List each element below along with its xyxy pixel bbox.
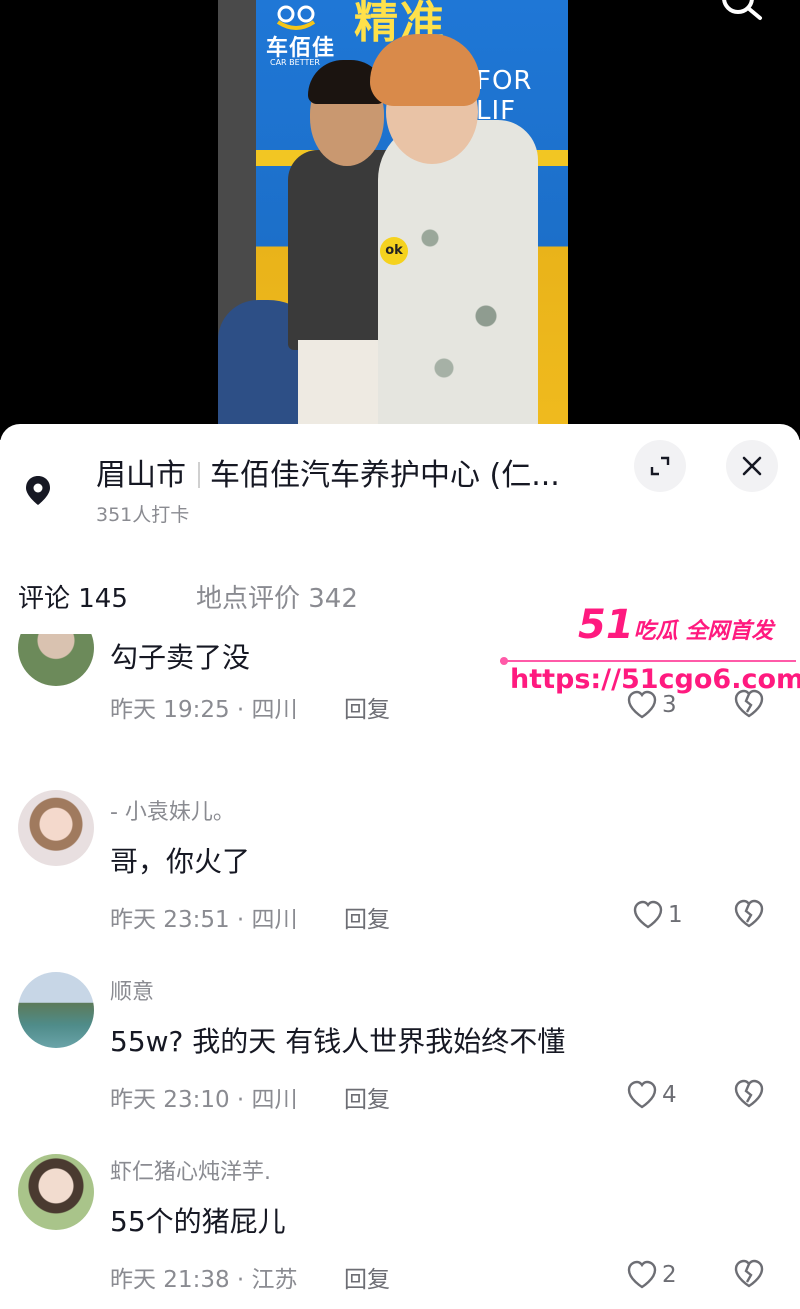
broken-heart-icon[interactable]: [732, 1258, 766, 1290]
brand-subtitle: CAR BETTER: [270, 58, 320, 67]
tab-comments[interactable]: 评论 145: [18, 578, 128, 615]
close-button[interactable]: [726, 440, 778, 492]
heart-icon: [627, 690, 657, 719]
comment-text: 勾子卖了没: [110, 641, 251, 674]
like-button[interactable]: 3: [626, 688, 686, 722]
comment-text: 55个的猪屁儿: [110, 1205, 286, 1238]
comment-item: 虾仁猪心炖洋芋. 55个的猪屁儿 昨天 21:38 · 江苏 回复 2: [0, 1148, 800, 1309]
like-count: 2: [662, 1262, 677, 1288]
comment-meta: 昨天 19:25 · 四川: [110, 697, 298, 723]
video-caption: ok: [380, 237, 408, 265]
location-comments-sheet: 眉山市 车佰佳汽车养护中心 (仁... 351人打卡 评论 145 地点评价 34…: [0, 424, 800, 1309]
person-2-hair: [370, 34, 480, 106]
broken-heart-icon[interactable]: [732, 898, 766, 930]
close-icon: [742, 456, 762, 476]
avatar[interactable]: [18, 790, 94, 866]
comment-item: 顺意 55w? 我的天 有钱人世界我始终不懂 昨天 23:10 · 四川 回复 …: [0, 968, 800, 1148]
comment-meta: 昨天 23:51 · 四川: [110, 907, 298, 933]
avatar[interactable]: [18, 1154, 94, 1230]
sign-slogan: FOR LIF: [476, 66, 533, 126]
comment-item: - 小袁妹儿。 哥，你火了 昨天 23:51 · 四川 回复 1: [0, 788, 800, 968]
search-icon[interactable]: [716, 0, 766, 32]
comment-username[interactable]: 虾仁猪心炖洋芋.: [110, 1154, 271, 1186]
broken-heart-icon[interactable]: [732, 1078, 766, 1110]
checkin-count: 351人打卡: [96, 504, 190, 526]
heart-icon: [627, 1080, 657, 1109]
comment-item: 勾子卖了没 昨天 19:25 · 四川 回复 3: [0, 634, 800, 788]
heart-icon: [633, 900, 663, 929]
title-divider: [198, 462, 200, 488]
like-button[interactable]: 1: [632, 898, 692, 932]
heart-icon: [627, 1260, 657, 1289]
expand-icon: [650, 456, 670, 476]
like-button[interactable]: 4: [626, 1078, 686, 1112]
avatar[interactable]: [18, 972, 94, 1048]
broken-heart-icon[interactable]: [732, 688, 766, 720]
person-2-shirt-pattern: [388, 160, 528, 420]
location-title[interactable]: 眉山市 车佰佳汽车养护中心 (仁...: [96, 450, 560, 494]
reply-button[interactable]: 回复: [344, 900, 390, 934]
like-count: 1: [668, 902, 683, 928]
like-count: 3: [662, 692, 677, 718]
comment-text: 哥，你火了: [110, 845, 251, 878]
avatar[interactable]: [18, 634, 94, 686]
location-name: 车佰佳汽车养护中心 (仁...: [210, 458, 560, 493]
location-city: 眉山市: [96, 458, 186, 493]
like-count: 4: [662, 1082, 677, 1108]
comment-meta: 昨天 21:38 · 江苏: [110, 1267, 298, 1293]
reply-button[interactable]: 回复: [344, 1260, 390, 1294]
comment-username[interactable]: - 小袁妹儿。: [110, 794, 235, 826]
like-button[interactable]: 2: [626, 1258, 686, 1292]
comment-text: 55w? 我的天 有钱人世界我始终不懂: [110, 1025, 566, 1058]
location-pin-icon: [26, 476, 50, 505]
video-player[interactable]: 车佰佳 CAR BETTER 精准 FOR LIF ok: [0, 0, 800, 440]
expand-button[interactable]: [634, 440, 686, 492]
comment-username[interactable]: 顺意: [110, 974, 154, 1006]
reply-button[interactable]: 回复: [344, 1080, 390, 1114]
video-frame: 车佰佳 CAR BETTER 精准 FOR LIF ok: [218, 0, 568, 440]
reply-button[interactable]: 回复: [344, 690, 390, 724]
comment-meta: 昨天 23:10 · 四川: [110, 1087, 298, 1113]
tab-place-reviews[interactable]: 地点评价 342: [196, 578, 358, 615]
comment-list[interactable]: 勾子卖了没 昨天 19:25 · 四川 回复 3 - 小袁妹儿。 哥，你火了 昨…: [0, 634, 800, 1309]
